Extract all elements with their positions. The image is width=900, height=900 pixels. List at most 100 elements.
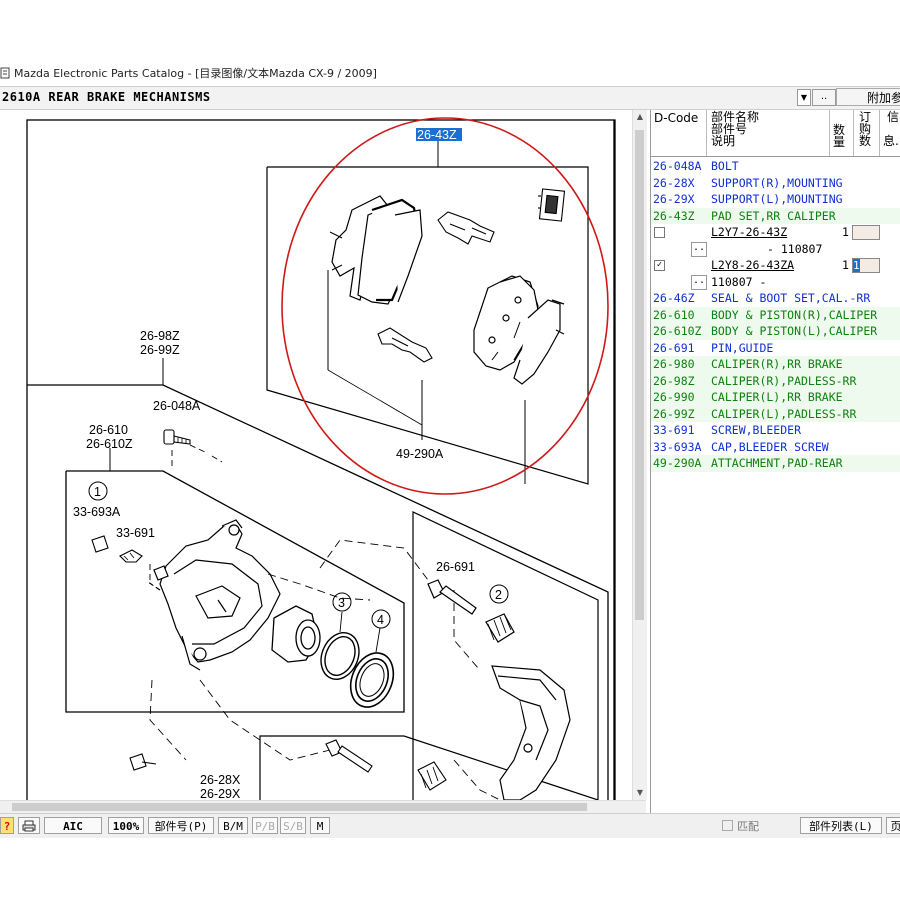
part-desc: CAP,BLEEDER SCREW [711,439,829,454]
header-info1: 信 [887,110,900,124]
pad-clip-upper [437,211,495,245]
brake-pad-group-right [473,275,565,385]
zoom-button[interactable]: 100% [108,817,144,834]
diagram-vertical-scrollbar[interactable]: ▲ ▼ [632,110,647,800]
part-row[interactable]: 26-29X SUPPORT(L),MOUNTING [651,191,900,208]
part-desc: BODY & PISTON(L),CALIPER [711,324,878,338]
variant-order-input[interactable]: 1 [852,258,880,273]
hscroll-thumb[interactable] [12,803,587,811]
label-33-691: 33-691 [116,526,155,540]
parts-rows: 26-048A BOLT 26-28X SUPPORT(R),MOUNTING 26-2… [651,158,900,472]
parts-list-header: D-Code 部件名称 部件号 说明 数 量 订 购 数 信 息. [651,110,900,157]
part-variant-row[interactable]: L2Y7-26-43Z 1 [651,224,900,241]
section-bar: 2610A REAR BRAKE MECHANISMS ▼ .. 附加参 [0,86,900,110]
part-list-button[interactable]: 部件列表(L) [800,817,882,834]
parts-list-panel: D-Code 部件名称 部件号 说明 数 量 订 购 数 信 息. 26-048… [650,110,900,813]
variant-more-button[interactable]: .. [691,274,707,290]
part-desc: CALIPER(L),PADLESS-RR [711,406,857,421]
variant-more-button[interactable]: .. [691,241,707,257]
part-row[interactable]: 26-048A BOLT [651,158,900,175]
callout-3: 3 [338,596,345,610]
part-row[interactable]: 49-290A ATTACHMENT,PAD-REAR [651,455,900,472]
help-button[interactable]: ? [0,817,14,834]
sb-button[interactable]: S/B [280,817,306,834]
part-row[interactable]: 26-990 CALIPER(L),RR BRAKE [651,389,900,406]
part-code: 26-43Z [653,208,695,223]
header-qty2: 量 [833,135,846,149]
variant-part-number: L2Y8-26-43ZA [711,258,795,272]
part-desc: BOLT [711,159,739,173]
m-button[interactable]: M [310,817,330,834]
part-code: 26-98Z [653,373,695,388]
part-row[interactable]: 26-99Z CALIPER(L),PADLESS-RR [651,405,900,422]
pb-button[interactable]: P/B [252,817,278,834]
scroll-up-icon[interactable]: ▲ [633,110,647,124]
section-more-button[interactable]: .. [812,89,836,106]
part-row[interactable]: 26-980 CALIPER(R),RR BRAKE [651,356,900,373]
part-desc: SUPPORT(L),MOUNTING [711,192,843,206]
attach-button[interactable]: 附加参 [836,88,900,106]
part-row[interactable]: 26-610 BODY & PISTON(R),CALIPER [651,306,900,323]
part-code: 26-610Z [653,324,702,338]
part-row[interactable]: 26-46Z SEAL & BOOT SET,CAL.-RR [651,290,900,307]
aic-button[interactable]: AIC [44,817,102,834]
part-code: 49-290A [653,456,702,470]
label-26-98z: 26-98Z [140,329,180,343]
part-desc: PAD SET,RR CALIPER [711,208,836,223]
match-checkbox-box[interactable] [722,820,733,831]
dust-boot [349,652,395,708]
part-code: 33-691 [653,423,695,437]
piston [271,605,321,663]
part-code: 26-691 [653,340,695,355]
part-variant-row[interactable]: ✓ L2Y8-26-43ZA 1 1 [651,257,900,274]
app-icon [0,67,10,79]
part-row[interactable]: 26-43Z PAD SET,RR CALIPER [651,207,900,224]
part-desc: CALIPER(L),RR BRAKE [711,390,843,404]
part-row[interactable]: 26-28X SUPPORT(R),MOUNTING [651,175,900,192]
variant-checkbox[interactable] [654,227,665,238]
diagram-horizontal-scrollbar[interactable] [0,800,646,813]
bolt-part [163,429,191,445]
highlight-label: 26-43Z [417,128,457,142]
printer-icon [22,820,36,832]
variant-qty: 1 [842,258,849,272]
part-desc: ATTACHMENT,PAD-REAR [711,456,843,470]
part-row[interactable]: 33-691 SCREW,BLEEDER [651,422,900,439]
label-26-99z: 26-99Z [140,343,180,357]
match-checkbox[interactable]: 匹配 [722,818,759,834]
part-code: 26-980 [653,357,695,371]
pad-clip-lower [377,327,433,363]
part-code: 26-46Z [653,291,695,305]
header-dcode[interactable]: D-Code [654,112,698,124]
part-variant-range-row: .. - 110807 [651,240,900,257]
scroll-thumb[interactable] [635,130,644,620]
part-code: 26-29X [653,192,695,206]
part-row[interactable]: 26-610Z BODY & PISTON(L),CALIPER [651,323,900,340]
part-code: 26-048A [653,159,702,173]
header-desc: 说明 [711,134,736,148]
callout-4: 4 [377,613,384,627]
header-order3: 数 [859,134,872,148]
part-row[interactable]: 26-691 PIN,GUIDE [651,340,900,357]
print-button[interactable] [18,817,40,834]
part-desc: CALIPER(R),PADLESS-RR [711,373,857,388]
scroll-down-icon[interactable]: ▼ [633,786,647,800]
part-row[interactable]: 33-693A CAP,BLEEDER SCREW [651,439,900,456]
label-49-290a: 49-290A [396,447,444,461]
bm-button[interactable]: B/M [218,817,248,834]
part-code: 26-610 [653,307,695,322]
variant-checkbox[interactable]: ✓ [654,260,665,271]
label-26-691: 26-691 [436,560,475,574]
part-desc: PIN,GUIDE [711,340,774,355]
extra-button[interactable]: 页 [886,817,900,834]
attach-label: 附加 [867,91,892,105]
chevron-down-icon[interactable]: ▼ [797,89,811,106]
part-row[interactable]: 26-98Z CALIPER(R),PADLESS-RR [651,372,900,389]
variant-order-input[interactable] [852,225,880,240]
part-desc: SUPPORT(R),MOUNTING [711,175,843,190]
part-number-button[interactable]: 部件号(P) [148,817,214,834]
parts-diagram[interactable]: 26-43Z 26-98Z 26-99Z 26-048A 26-610 26-6… [0,110,630,800]
label-26-610z: 26-610Z [86,437,133,451]
variant-part-number: L2Y7-26-43Z [711,225,788,239]
match-label: 匹配 [737,820,759,833]
